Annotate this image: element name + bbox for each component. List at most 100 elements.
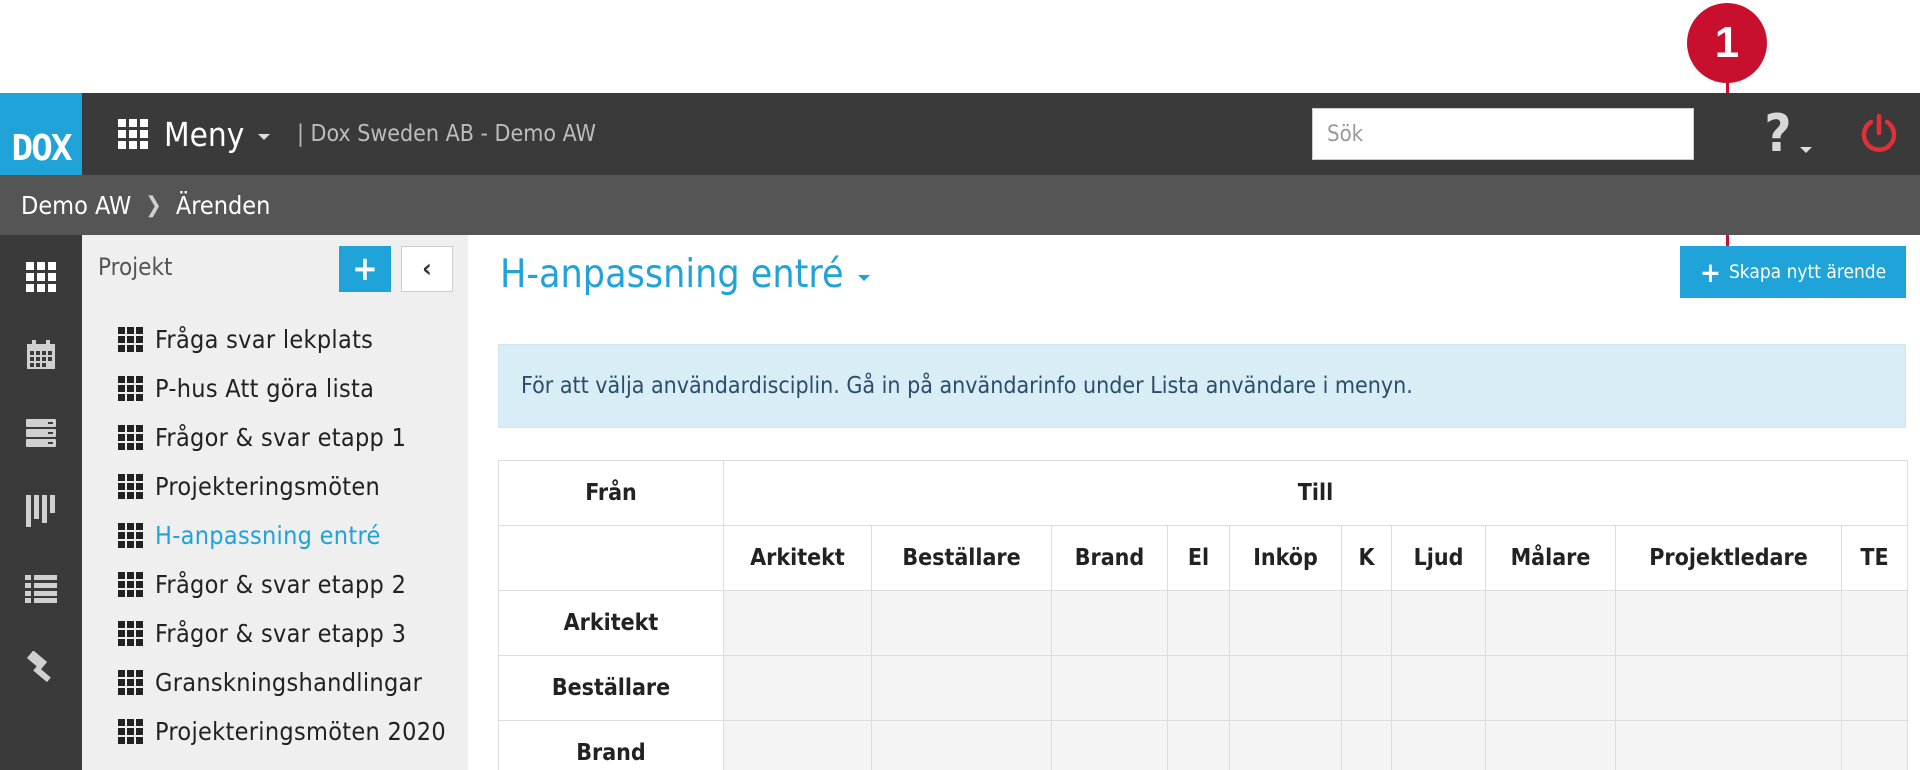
column-header: Inköp	[1229, 525, 1342, 591]
project-item-label: Granskningshandlingar	[155, 668, 423, 697]
rail-item-grid[interactable]	[0, 238, 82, 316]
project-item-label: Frågor & svar etapp 3	[155, 619, 407, 648]
project-item-label: Projekteringsmöten 2020	[155, 717, 446, 746]
rail-item-calendar[interactable]	[0, 316, 82, 394]
sidebar-title: Projekt	[98, 253, 173, 281]
matrix-cell[interactable]	[1615, 720, 1842, 770]
column-header: Ljud	[1391, 525, 1486, 591]
matrix-cell[interactable]	[1341, 655, 1392, 721]
column-header: K	[1341, 525, 1392, 591]
column-header: TE	[1841, 525, 1908, 591]
breadcrumb: Demo AW ❯ Ärenden	[0, 175, 1920, 235]
dox-logo[interactable]: DOX	[0, 93, 82, 175]
collapse-sidebar-button[interactable]: ‹	[401, 246, 453, 292]
row-header: Brand	[498, 720, 724, 770]
matrix-cell[interactable]	[723, 720, 872, 770]
project-sidebar: Projekt + ‹ Fråga svar lekplats P-hus Att…	[82, 235, 468, 770]
matrix-cell[interactable]	[1341, 720, 1392, 770]
info-alert: För att välja användardisciplin. Gå in p…	[498, 344, 1906, 428]
matrix-cell[interactable]	[1229, 720, 1342, 770]
matrix-cell[interactable]	[1841, 720, 1908, 770]
matrix-cell[interactable]	[1485, 590, 1616, 656]
grid-icon	[118, 670, 143, 695]
matrix-cell[interactable]	[1167, 590, 1230, 656]
table-row: Brand	[498, 720, 1908, 770]
matrix-cell[interactable]	[1615, 655, 1842, 721]
project-item[interactable]: Fråga svar lekplats	[118, 315, 446, 364]
help-icon[interactable]: ?	[1748, 101, 1808, 167]
matrix-cell[interactable]	[1391, 720, 1486, 770]
matrix-cell[interactable]	[871, 590, 1052, 656]
chevron-right-icon: ❯	[145, 192, 162, 218]
project-item-label: Frågor & svar etapp 2	[155, 570, 407, 599]
project-item[interactable]: Frågor & svar etapp 2	[118, 560, 446, 609]
chevron-down-icon	[857, 274, 870, 281]
matrix-cell[interactable]	[1167, 655, 1230, 721]
grid-icon	[118, 327, 143, 352]
project-item-label: P-hus Att göra lista	[155, 374, 375, 403]
grid-icon	[118, 119, 148, 149]
matrix-cell[interactable]	[1391, 655, 1486, 721]
row-header: Arkitekt	[498, 590, 724, 656]
matrix-cell[interactable]	[871, 720, 1052, 770]
grid-icon	[118, 621, 143, 646]
column-header: Projektledare	[1615, 525, 1842, 591]
breadcrumb-item-project[interactable]: Demo AW	[21, 191, 131, 220]
matrix-cell[interactable]	[1051, 590, 1168, 656]
server-icon	[26, 419, 56, 447]
add-project-button[interactable]: +	[339, 246, 391, 292]
matrix-cell[interactable]	[723, 590, 872, 656]
matrix-cell[interactable]	[1341, 590, 1392, 656]
project-item-label: H-anpassning entré	[155, 521, 381, 550]
project-item[interactable]: Frågor & svar etapp 3	[118, 609, 446, 658]
matrix-cell[interactable]	[1485, 655, 1616, 721]
rail-item-hammer[interactable]	[0, 628, 82, 706]
create-issue-button[interactable]: + Skapa nytt ärende	[1680, 246, 1906, 298]
column-header: Brand	[1051, 525, 1168, 591]
calendar-icon	[27, 340, 55, 369]
matrix-cell[interactable]	[1841, 590, 1908, 656]
grid-icon	[118, 474, 143, 499]
project-item[interactable]: Projekteringsmöten	[118, 462, 446, 511]
rail-item-server[interactable]	[0, 394, 82, 472]
column-header: Arkitekt	[723, 525, 872, 591]
column-header: Målare	[1485, 525, 1616, 591]
column-header: El	[1167, 525, 1230, 591]
app-root: 1 DOX Meny | Dox Sweden AB - Demo AW Sök…	[0, 0, 1920, 770]
rail-item-kanban[interactable]	[0, 472, 82, 550]
icon-rail	[0, 235, 82, 770]
matrix-cell[interactable]	[1615, 590, 1842, 656]
project-item[interactable]: Granskningshandlingar	[118, 658, 446, 707]
matrix-cell[interactable]	[1485, 720, 1616, 770]
project-item-label: Projekteringsmöten	[155, 472, 381, 501]
grid-icon	[118, 376, 143, 401]
matrix-cell[interactable]	[723, 655, 872, 721]
matrix-cell[interactable]	[1167, 720, 1230, 770]
project-item[interactable]: P-hus Att göra lista	[118, 364, 446, 413]
menu-button[interactable]: Meny	[118, 93, 271, 175]
organization-label: | Dox Sweden AB - Demo AW	[297, 121, 596, 147]
help-chevron-down-icon[interactable]	[1800, 147, 1812, 153]
hammer-icon	[26, 651, 51, 683]
project-item[interactable]: Frågor & svar etapp 1	[118, 413, 446, 462]
project-item[interactable]: Projekteringsmöten 2020	[118, 707, 446, 756]
page-title-text: H-anpassning entré	[500, 252, 844, 297]
page-title[interactable]: H-anpassning entré	[500, 252, 870, 297]
search-input[interactable]: Sök	[1312, 108, 1694, 160]
row-header: Beställare	[498, 655, 724, 721]
power-icon[interactable]	[1858, 113, 1900, 155]
matrix-cell[interactable]	[1051, 720, 1168, 770]
kanban-icon	[26, 495, 55, 527]
table-row: Beställare	[498, 655, 1908, 721]
create-issue-label: Skapa nytt ärende	[1728, 261, 1887, 283]
matrix-cell[interactable]	[1841, 655, 1908, 721]
list-icon	[25, 575, 57, 603]
matrix-cell[interactable]	[1391, 590, 1486, 656]
matrix-cell[interactable]	[1229, 655, 1342, 721]
project-item[interactable]: H-anpassning entré	[118, 511, 446, 560]
matrix-cell[interactable]	[871, 655, 1052, 721]
annotation-marker: 1	[1687, 3, 1767, 83]
matrix-cell[interactable]	[1229, 590, 1342, 656]
matrix-cell[interactable]	[1051, 655, 1168, 721]
rail-item-list[interactable]	[0, 550, 82, 628]
